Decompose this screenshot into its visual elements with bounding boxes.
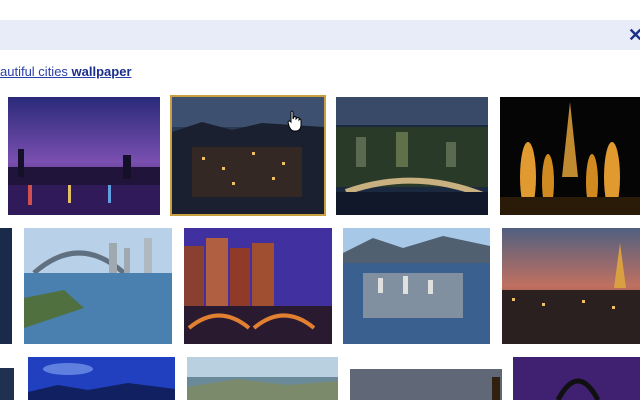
image-result[interactable] xyxy=(24,228,172,344)
image-result[interactable] xyxy=(0,368,14,400)
image-result[interactable] xyxy=(350,369,502,400)
image-result[interactable] xyxy=(500,97,640,215)
image-result[interactable] xyxy=(184,228,332,344)
related-search-prefix: autiful cities xyxy=(0,64,68,79)
hand-cursor-icon xyxy=(287,110,303,132)
search-bar xyxy=(0,20,640,50)
image-result[interactable] xyxy=(336,97,488,215)
image-result[interactable] xyxy=(187,357,338,400)
image-result[interactable] xyxy=(343,228,490,344)
related-search-bold: wallpaper xyxy=(71,64,132,79)
image-result[interactable] xyxy=(513,357,640,400)
image-result[interactable] xyxy=(502,228,640,344)
image-result[interactable] xyxy=(0,228,12,344)
close-icon[interactable]: ✕ xyxy=(628,24,640,46)
related-search-link[interactable]: autiful cities wallpaper xyxy=(0,64,132,79)
image-result[interactable] xyxy=(8,97,160,215)
image-result[interactable] xyxy=(28,357,175,400)
